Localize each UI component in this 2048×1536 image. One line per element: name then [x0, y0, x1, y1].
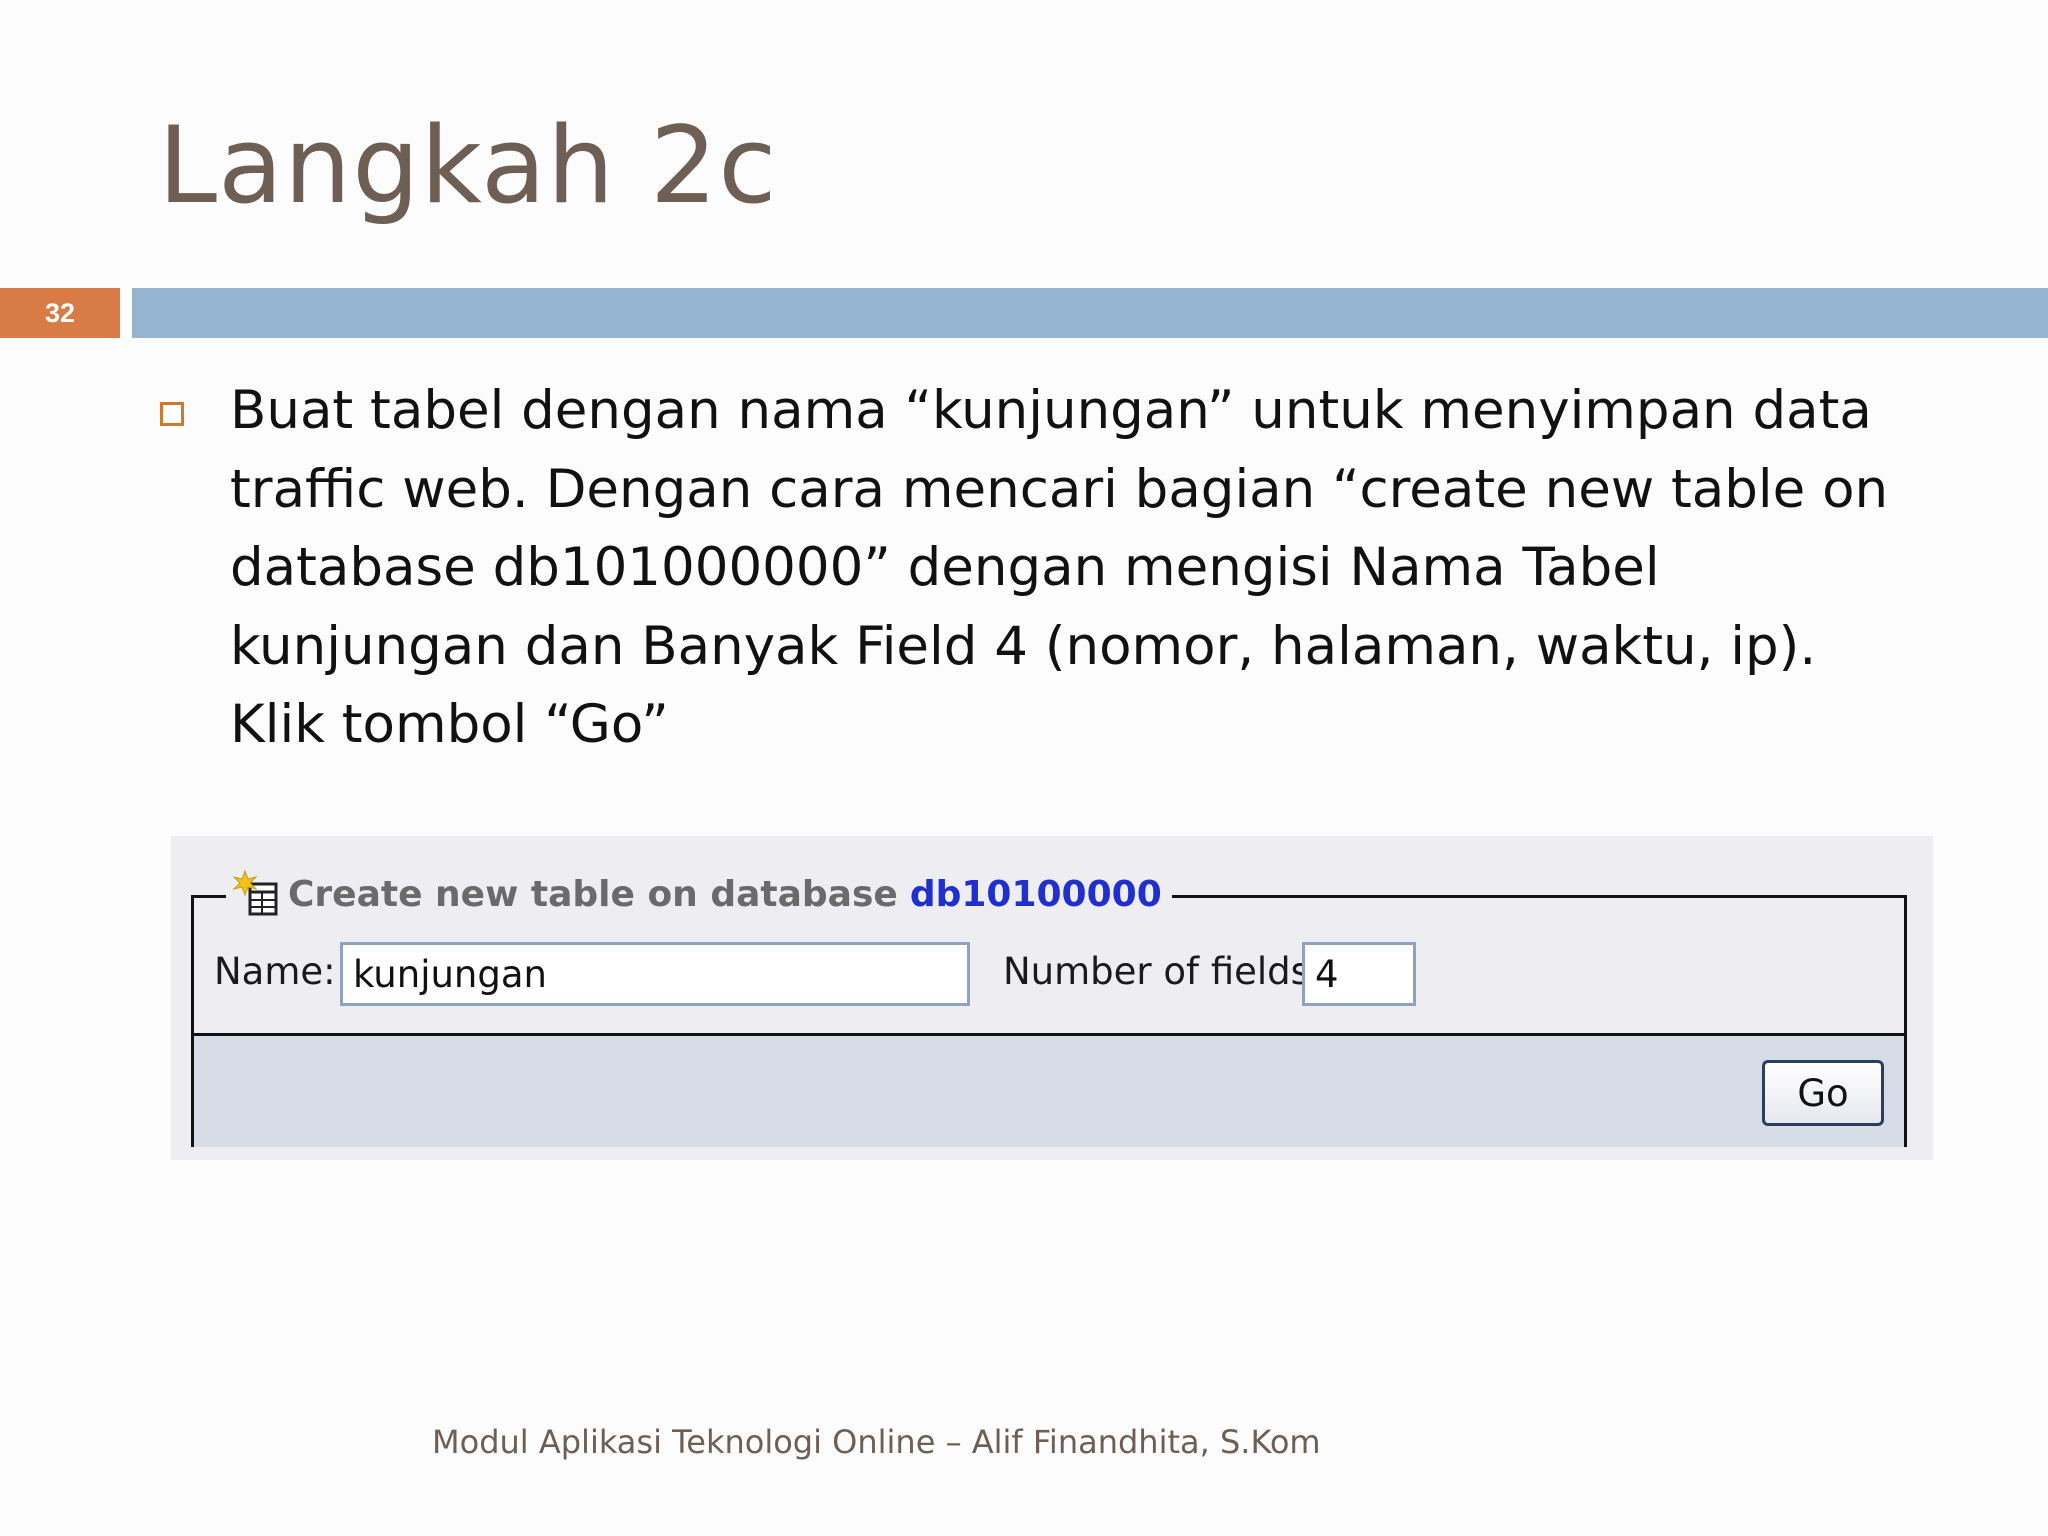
create-table-fieldset: Create new table on database db10100000 …: [191, 868, 1907, 1147]
slide-title: Langkah 2c: [158, 104, 778, 227]
new-table-icon: [232, 869, 282, 918]
slide-number: 32: [0, 288, 120, 338]
form-footer-bar: Go: [194, 1033, 1904, 1147]
bullet-text: Buat tabel dengan nama “kunjungan” untuk…: [230, 380, 1889, 755]
name-label: Name:: [214, 950, 336, 993]
legend-label: Create new table on database: [288, 873, 898, 915]
number-of-fields-input[interactable]: [1302, 942, 1416, 1006]
database-link[interactable]: db10100000: [910, 874, 1162, 915]
slide-footer: Modul Aplikasi Teknologi Online – Alif F…: [432, 1423, 1321, 1461]
title-divider-bar: [132, 288, 2048, 338]
phpmyadmin-screenshot: Create new table on database db10100000 …: [171, 836, 1933, 1160]
table-name-input[interactable]: [340, 942, 970, 1006]
create-table-legend: Create new table on database db10100000: [226, 868, 1172, 920]
go-button[interactable]: Go: [1762, 1060, 1884, 1126]
bullet-square-icon: [160, 402, 184, 426]
number-of-fields-label: Number of fields:: [1003, 950, 1323, 993]
